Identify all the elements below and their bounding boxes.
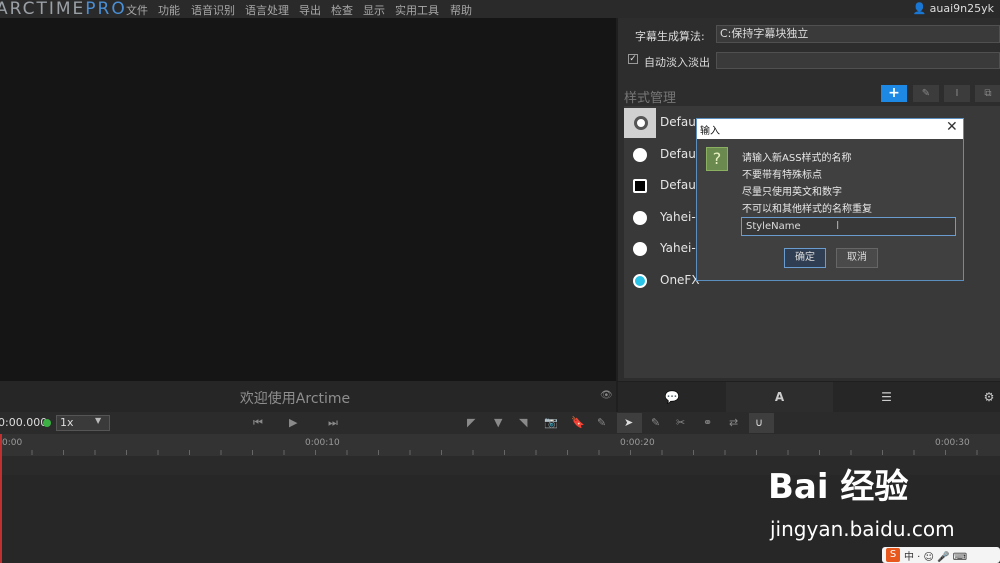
baidu-watermark-url: jingyan.baidu.com (770, 517, 955, 541)
menu-file[interactable]: 文件 (126, 2, 148, 18)
menu-help[interactable]: 帮助 (450, 2, 472, 18)
swap-icon[interactable]: ⇄ (729, 416, 738, 429)
tick-label: 0:00:20 (620, 438, 655, 448)
edit-style-button[interactable]: ✎ (913, 85, 939, 102)
timecode: 0:00.000 (0, 416, 48, 429)
dialog-title: 输入 (700, 126, 720, 137)
text-cursor-icon: I (836, 219, 840, 232)
style-manager-title: 样式管理 (624, 91, 677, 106)
menu-language[interactable]: 语言处理 (245, 2, 289, 18)
algo-label: 字幕生成算法: (635, 30, 705, 43)
dialog-titlebar[interactable] (697, 119, 963, 139)
menu-tools[interactable]: 实用工具 (395, 2, 439, 18)
style-row[interactable]: Defau (630, 171, 700, 201)
style-radio[interactable] (633, 148, 647, 162)
edit-icon[interactable]: ✎ (651, 416, 660, 429)
tab-list[interactable]: ☰ (833, 382, 940, 412)
mark-out-icon[interactable]: ◥ (519, 416, 527, 429)
welcome-text: 欢迎使用Arctime (239, 391, 351, 407)
speed-select[interactable]: 1x (56, 415, 110, 431)
prev-frame-icon[interactable]: ⏮ (253, 416, 263, 430)
scissors-icon[interactable]: ✂ (676, 416, 685, 429)
font-a-icon: A (774, 390, 785, 404)
menu-display[interactable]: 显示 (363, 2, 385, 18)
dialog-instruction: 不可以和其他样式的名称重复 (742, 204, 872, 215)
close-icon[interactable]: ✕ (946, 119, 958, 135)
chevron-down-icon[interactable]: ▼ (95, 416, 101, 425)
menu-function[interactable]: 功能 (158, 2, 180, 18)
ime-status: 中 · ☺ 🎤 ⌨ (904, 552, 968, 563)
play-icon[interactable]: ▶ (289, 416, 297, 429)
sogou-icon[interactable]: S (886, 548, 900, 562)
fade-field[interactable] (716, 52, 1000, 69)
list-icon: ☰ (881, 390, 892, 404)
tick-label: 0:00:10 (305, 438, 340, 448)
user-icon: 👤 (912, 2, 927, 15)
camera-icon[interactable]: 📷 (544, 416, 558, 429)
link-icon[interactable]: ⚭ (703, 416, 712, 429)
menu-bar (0, 0, 1000, 18)
settings-gear[interactable]: ⚙ (978, 382, 1000, 412)
tick-label: 0:00:30 (935, 438, 970, 448)
algo-select[interactable]: C:保持字幕块独立 (716, 25, 1000, 43)
question-icon: ? (706, 147, 728, 171)
style-radio[interactable] (633, 242, 647, 256)
copy-style-button[interactable]: ⧉ (975, 85, 1000, 102)
fade-checkbox[interactable]: ✓ (628, 54, 638, 64)
ok-button[interactable]: 确定 (784, 248, 826, 268)
dialog-instruction: 不要带有特殊标点 (742, 170, 822, 181)
bookmark-icon[interactable]: 🔖 (571, 416, 585, 429)
speech-bubble-icon: 💬 (664, 390, 680, 404)
magnet-icon[interactable]: ∪ (755, 416, 763, 429)
app-logo: ARCTIMEPRO (0, 0, 127, 19)
video-preview (0, 18, 616, 381)
cursor-icon[interactable]: ➤ (624, 416, 633, 429)
style-name-input[interactable]: StyleName (741, 217, 956, 236)
style-row[interactable]: Defau (630, 108, 700, 138)
style-radio[interactable] (633, 211, 647, 225)
tab-subtitles[interactable]: 💬 (618, 382, 726, 412)
tick-label: 0:00 (2, 438, 23, 448)
status-indicator (43, 419, 51, 427)
style-radio[interactable] (634, 116, 648, 130)
mark-down-icon[interactable]: ▼ (494, 416, 502, 429)
playhead[interactable] (0, 434, 2, 563)
add-style-button[interactable]: + (881, 85, 907, 102)
baidu-watermark-logo: Bai 经验 (768, 467, 909, 507)
style-row[interactable]: Yahei- (630, 234, 700, 264)
ruler-ticks (0, 450, 1000, 455)
mark-in-icon[interactable]: ◤ (467, 416, 475, 429)
tab-styles[interactable]: A (726, 382, 833, 412)
style-radio[interactable] (633, 179, 647, 193)
menu-export[interactable]: 导出 (299, 2, 321, 18)
style-row[interactable]: Defau (630, 140, 700, 170)
style-row[interactable]: OneFX (630, 266, 700, 296)
next-frame-icon[interactable]: ⏭ (328, 416, 338, 430)
menu-check[interactable]: 检查 (331, 2, 353, 18)
user-account[interactable]: 👤 auai9n25yk (912, 2, 994, 15)
style-radio[interactable] (633, 274, 647, 288)
dialog-instruction: 尽量只使用英文和数字 (742, 187, 842, 198)
fade-label: 自动淡入淡出 (644, 56, 710, 69)
menu-speech-recognition[interactable]: 语音识别 (191, 2, 235, 18)
dialog-instruction: 请输入新ASS样式的名称 (742, 153, 852, 164)
style-row[interactable]: Yahei- (630, 203, 700, 233)
wand-icon[interactable]: ✎ (597, 416, 606, 429)
rename-style-button[interactable]: I (944, 85, 970, 102)
cancel-button[interactable]: 取消 (836, 248, 878, 268)
eye-icon[interactable]: 👁 (600, 390, 613, 401)
gear-icon: ⚙ (983, 390, 995, 404)
